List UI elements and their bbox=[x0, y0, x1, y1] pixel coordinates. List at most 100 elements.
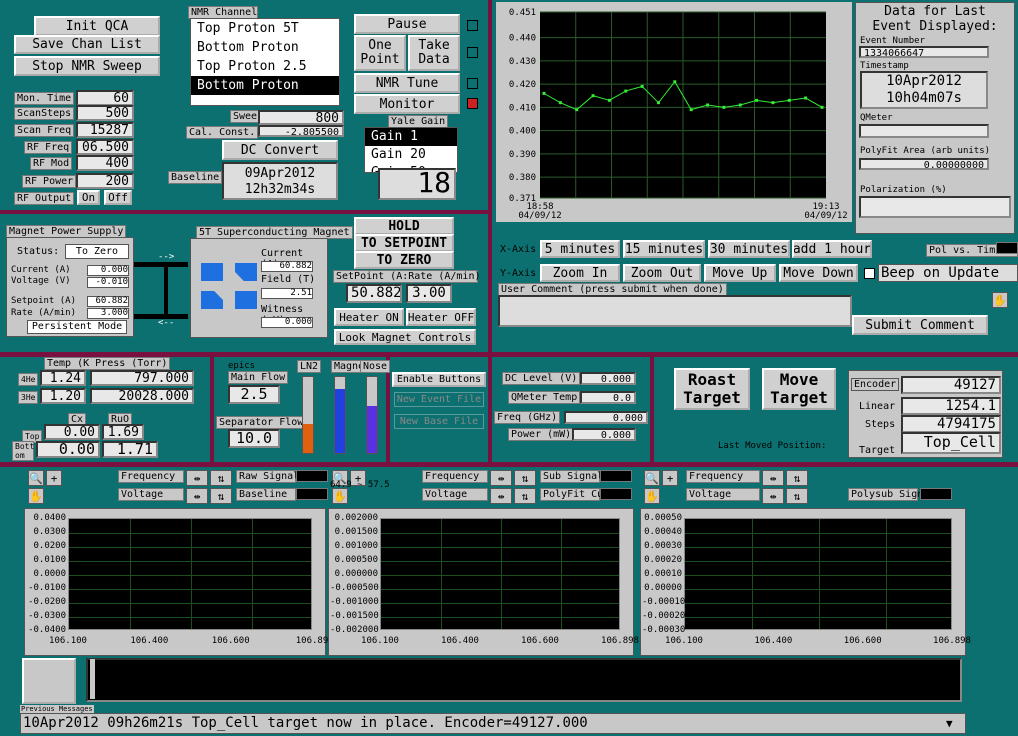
epics-label: epics bbox=[228, 361, 256, 371]
x-selector[interactable]: Frequency bbox=[686, 470, 760, 483]
roast-target-button[interactable]: Roast Target bbox=[674, 368, 750, 410]
x-scale-icon[interactable]: ⇹ bbox=[762, 470, 784, 486]
nmr-channel-item[interactable]: Bottom Proton bbox=[191, 38, 339, 57]
zoom-tool-icon[interactable]: 🔍 bbox=[28, 470, 44, 486]
hand-tool-icon[interactable]: ✋ bbox=[332, 488, 348, 504]
previous-messages-button[interactable] bbox=[22, 658, 76, 704]
gridline bbox=[191, 519, 192, 629]
scrollbar[interactable] bbox=[90, 659, 95, 699]
param-value[interactable]: 400 bbox=[76, 155, 134, 171]
param-value[interactable]: 06.500 bbox=[76, 139, 134, 155]
monitor-button[interactable]: Monitor bbox=[354, 94, 460, 114]
init-qca-button[interactable]: Init QCA bbox=[34, 16, 160, 36]
enable-buttons-button[interactable]: Enable Buttons bbox=[392, 372, 486, 387]
setpoint-input[interactable]: 50.882 bbox=[346, 284, 402, 303]
nmr-channel-item[interactable]: Top Proton 5T bbox=[191, 19, 339, 38]
x-selector[interactable]: Frequency bbox=[118, 470, 184, 483]
persistent-mode-button[interactable]: Persistent Mode bbox=[27, 320, 127, 334]
x-selector[interactable]: Frequency bbox=[422, 470, 488, 483]
param-value[interactable]: 500 bbox=[76, 105, 134, 121]
monitor-checkbox[interactable] bbox=[467, 98, 478, 109]
stop-nmr-sweep-button[interactable]: Stop NMR Sweep bbox=[14, 56, 160, 76]
nmr-tune-button[interactable]: NMR Tune bbox=[354, 73, 460, 93]
y-format-icon[interactable]: ⇅ bbox=[210, 488, 232, 504]
y-format-icon[interactable]: ⇅ bbox=[514, 488, 536, 504]
crosshair-tool-icon[interactable]: + bbox=[46, 470, 62, 486]
heater-off-button[interactable]: Heater OFF bbox=[406, 308, 476, 326]
x-scale-icon[interactable]: ⇹ bbox=[490, 470, 512, 486]
to-zero-button[interactable]: TO ZERO bbox=[354, 251, 454, 269]
x-scale-icon[interactable]: ⇹ bbox=[186, 470, 208, 486]
comment-input[interactable] bbox=[498, 295, 852, 327]
rate-input[interactable]: 3.00 bbox=[406, 284, 452, 303]
save-chan-list-button[interactable]: Save Chan List bbox=[14, 35, 160, 54]
param-value[interactable]: 200 bbox=[76, 173, 134, 189]
legend-label: Polysub Signal bbox=[848, 488, 935, 501]
crosshair-tool-icon[interactable]: + bbox=[662, 470, 678, 486]
look-magnet-controls-button[interactable]: Look Magnet Controls bbox=[334, 329, 476, 345]
divider bbox=[488, 355, 492, 465]
x-format-icon[interactable]: ⇅ bbox=[514, 470, 536, 486]
hand-tool-icon[interactable]: ✋ bbox=[992, 292, 1008, 308]
move-target-button[interactable]: Move Target bbox=[762, 368, 836, 410]
dc-convert-button[interactable]: DC Convert bbox=[222, 140, 338, 160]
move-up-button[interactable]: Move Up bbox=[704, 264, 776, 282]
yale-gain-list[interactable]: Gain 1 Gain 20 Gain 50 bbox=[364, 127, 458, 173]
gridline bbox=[130, 519, 131, 629]
y-scale-icon[interactable]: ⇹ bbox=[186, 488, 208, 504]
y-selector[interactable]: Voltage bbox=[118, 488, 184, 501]
y-selector[interactable]: Voltage bbox=[686, 488, 760, 501]
roast-target-label-1: Roast bbox=[687, 370, 737, 389]
submit-comment-button[interactable]: Submit Comment bbox=[852, 315, 988, 335]
nmr-channel-list[interactable]: Top Proton 5T Bottom Proton Top Proton 2… bbox=[190, 18, 340, 106]
move-down-button[interactable]: Move Down bbox=[779, 264, 858, 282]
hold-button[interactable]: HOLD bbox=[354, 217, 454, 235]
qmeter-value bbox=[859, 124, 989, 138]
temp-title: Temp (K Press (Torr) bbox=[44, 357, 171, 370]
to-setpoint-button[interactable]: TO SETPOINT bbox=[354, 234, 454, 252]
new-event-file-button[interactable]: New Event File bbox=[394, 392, 484, 407]
y-tick-label: 0.00010 bbox=[644, 569, 682, 579]
param-value[interactable]: 15287 bbox=[76, 122, 134, 138]
take-data-checkbox[interactable] bbox=[467, 47, 478, 58]
gain-item-selected[interactable]: Gain 1 bbox=[365, 128, 457, 146]
one-point-button[interactable]: One Point bbox=[354, 35, 406, 71]
nmr-channel-item-selected[interactable]: Bottom Proton bbox=[191, 76, 339, 95]
x-5-minutes-button[interactable]: 5 minutes bbox=[540, 240, 620, 258]
dropdown-icon[interactable]: ▼ bbox=[946, 717, 953, 730]
zoom-tool-icon[interactable]: 🔍 bbox=[644, 470, 660, 486]
x-15-minutes-button[interactable]: 15 minutes bbox=[623, 240, 705, 258]
y-tick-label: 0.00020 bbox=[644, 555, 682, 565]
heater-on-button[interactable]: Heater ON bbox=[334, 308, 404, 326]
gridline bbox=[69, 589, 311, 590]
nmr-channel-item[interactable]: Top Proton 2.5 bbox=[191, 57, 339, 76]
rf-output-on-button[interactable]: On bbox=[77, 190, 100, 205]
x-add-1-hour-button[interactable]: add 1 hour bbox=[792, 240, 872, 258]
param-value[interactable]: 60 bbox=[76, 90, 134, 106]
magnet-level-bar bbox=[334, 376, 346, 454]
hand-tool-icon[interactable]: ✋ bbox=[644, 488, 660, 504]
roast-target-label-2: Target bbox=[683, 388, 741, 407]
rf-output-off-button[interactable]: Off bbox=[104, 190, 132, 205]
hand-tool-icon[interactable]: ✋ bbox=[28, 488, 44, 504]
x-30-minutes-button[interactable]: 30 minutes bbox=[708, 240, 790, 258]
zoom-in-button[interactable]: Zoom In bbox=[540, 264, 620, 282]
y-tick-label: 0.0100 bbox=[33, 555, 66, 565]
beep-checkbox[interactable] bbox=[864, 268, 875, 279]
y-format-icon[interactable]: ⇅ bbox=[786, 488, 808, 504]
y-selector[interactable]: Voltage bbox=[422, 488, 488, 501]
zoom-out-button[interactable]: Zoom Out bbox=[623, 264, 701, 282]
take-data-button[interactable]: Take Data bbox=[408, 35, 460, 71]
separator-flow-value: 10.0 bbox=[228, 429, 280, 448]
new-base-file-button[interactable]: New Base File bbox=[394, 414, 484, 429]
pause-checkbox[interactable] bbox=[467, 20, 478, 31]
x-format-icon[interactable]: ⇅ bbox=[786, 470, 808, 486]
y-scale-icon[interactable]: ⇹ bbox=[490, 488, 512, 504]
trend-point bbox=[558, 101, 562, 105]
pause-button[interactable]: Pause bbox=[354, 14, 460, 34]
gain-item[interactable]: Gain 20 bbox=[365, 146, 457, 164]
nmr-tune-checkbox[interactable] bbox=[467, 78, 478, 89]
x-format-icon[interactable]: ⇅ bbox=[210, 470, 232, 486]
magnet-field-value: 2.51 bbox=[261, 288, 313, 299]
y-scale-icon[interactable]: ⇹ bbox=[762, 488, 784, 504]
